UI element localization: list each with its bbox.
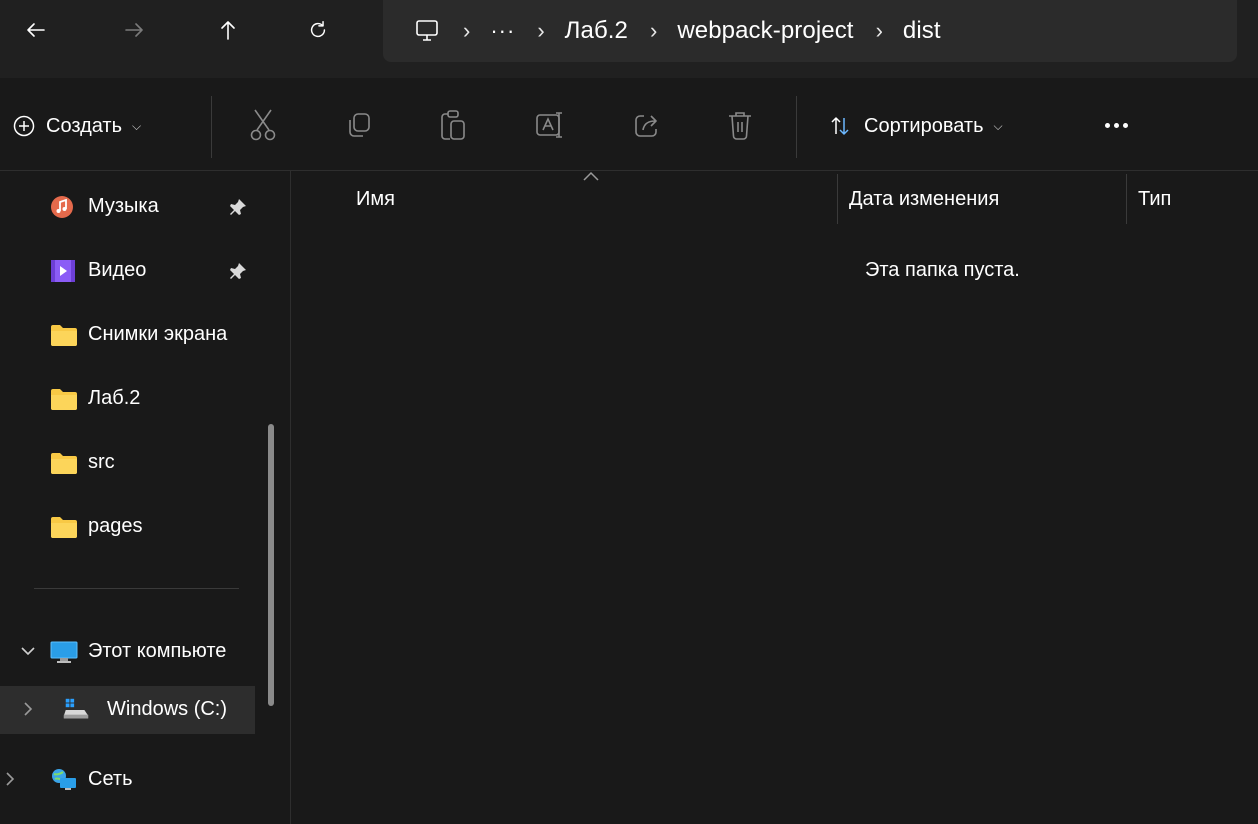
navigation-bar: › ··· › Лаб.2 › webpack-project › dist [0, 0, 1258, 78]
create-label: Создать [46, 114, 123, 137]
music-icon [51, 196, 73, 218]
rename-icon [536, 112, 562, 138]
command-bar: Создать ⌵ Сортировать ⌵ [0, 78, 1258, 170]
chevron-down-icon: ⌵ [132, 118, 142, 133]
nav-item-lab2[interactable]: Лаб.2 [0, 375, 255, 423]
nav-item-this-pc[interactable]: Этот компьюте [0, 628, 255, 676]
share-button[interactable] [627, 105, 667, 145]
sort-icon [831, 117, 849, 135]
folder-icon [51, 325, 77, 346]
nav-item-pages[interactable]: pages [0, 503, 255, 551]
breadcrumb-chevron-icon[interactable]: › [463, 18, 470, 44]
breadcrumb-chevron-icon[interactable]: › [650, 18, 657, 44]
nav-item-screenshots[interactable]: Снимки экрана [0, 311, 255, 359]
nav-item-label: Windows (C:) [107, 698, 228, 720]
nav-item-label: Видео [88, 259, 147, 281]
monitor-icon[interactable] [413, 17, 441, 45]
paste-icon [441, 110, 465, 140]
computer-icon [50, 641, 78, 663]
nav-item-video[interactable]: Видео [0, 247, 255, 295]
folder-icon [51, 453, 77, 474]
breadcrumb-chevron-icon[interactable]: › [876, 18, 883, 44]
arrow-right-icon [125, 23, 143, 37]
folder-icon [51, 389, 77, 410]
chevron-down-icon: ⌵ [993, 118, 1003, 133]
back-button[interactable] [14, 8, 58, 52]
breadcrumb-overflow[interactable]: ··· [490, 18, 515, 44]
file-explorer-window: › ··· › Лаб.2 › webpack-project › dist С… [0, 0, 1258, 824]
nav-item-network[interactable]: Сеть [0, 756, 255, 804]
more-options-button[interactable] [1096, 110, 1136, 140]
nav-pane-separator [34, 588, 239, 589]
delete-icon [729, 112, 751, 140]
video-icon [51, 260, 75, 282]
nav-item-label: Сеть [88, 768, 133, 790]
nav-item-label: Музыка [88, 195, 159, 217]
more-dot [1113, 122, 1119, 128]
empty-folder-message: Эта папка пуста. [865, 259, 1020, 281]
arrow-left-icon [27, 23, 45, 37]
delete-button[interactable] [720, 105, 760, 145]
nav-item-src[interactable]: src [0, 439, 255, 487]
refresh-icon [310, 21, 326, 38]
drive-icon [63, 698, 89, 719]
share-icon [635, 115, 657, 137]
sort-button[interactable]: Сортировать ⌵ [828, 108, 1003, 144]
nav-item-label: Этот компьюте [88, 640, 227, 662]
nav-item-label: src [88, 451, 115, 473]
copy-icon [349, 113, 370, 137]
more-dot [1122, 122, 1128, 128]
pin-icon[interactable] [228, 197, 248, 217]
sort-label: Сортировать [864, 114, 984, 137]
chevron-right-icon[interactable] [18, 699, 38, 719]
copy-button[interactable] [339, 105, 379, 145]
nav-item-label: Снимки экрана [88, 323, 228, 345]
up-button[interactable] [206, 8, 250, 52]
column-header-type[interactable]: Тип [1138, 188, 1171, 211]
address-bar[interactable]: › ··· › Лаб.2 › webpack-project › dist [383, 0, 1237, 62]
forward-button[interactable] [112, 8, 156, 52]
breadcrumb-dist[interactable]: dist [903, 17, 941, 45]
column-divider[interactable] [1126, 174, 1127, 224]
nav-item-label: Лаб.2 [88, 387, 141, 409]
nav-item-music[interactable]: Музыка [0, 183, 255, 231]
chevron-down-icon[interactable] [18, 641, 38, 661]
breadcrumb-webpack-project[interactable]: webpack-project [677, 17, 853, 45]
column-header-date-modified[interactable]: Дата изменения [849, 188, 999, 211]
paste-button[interactable] [433, 105, 473, 145]
column-divider[interactable] [837, 174, 838, 224]
breadcrumb-lab2[interactable]: Лаб.2 [565, 17, 628, 45]
pin-icon[interactable] [228, 261, 248, 281]
nav-item-windows-c[interactable]: Windows (C:) [0, 686, 255, 734]
column-header-name[interactable]: Имя [356, 188, 395, 211]
cut-button[interactable] [243, 105, 283, 145]
folder-icon [51, 517, 77, 538]
chevron-right-icon[interactable] [0, 769, 20, 789]
file-list-view[interactable] [291, 171, 1258, 824]
cut-icon [250, 109, 276, 141]
rename-button[interactable] [530, 105, 570, 145]
create-button[interactable]: Создать ⌵ [12, 108, 141, 144]
nav-item-label: pages [88, 515, 143, 537]
arrow-up-icon [221, 21, 235, 40]
network-icon [52, 769, 76, 790]
breadcrumb-chevron-icon[interactable]: › [537, 18, 544, 44]
toolbar-divider [796, 96, 797, 158]
refresh-button[interactable] [296, 8, 340, 52]
more-dot [1104, 122, 1110, 128]
toolbar-divider [211, 96, 212, 158]
nav-pane-scrollbar[interactable] [268, 424, 274, 706]
sort-ascending-icon [583, 171, 599, 181]
plus-circle-icon [13, 115, 35, 137]
